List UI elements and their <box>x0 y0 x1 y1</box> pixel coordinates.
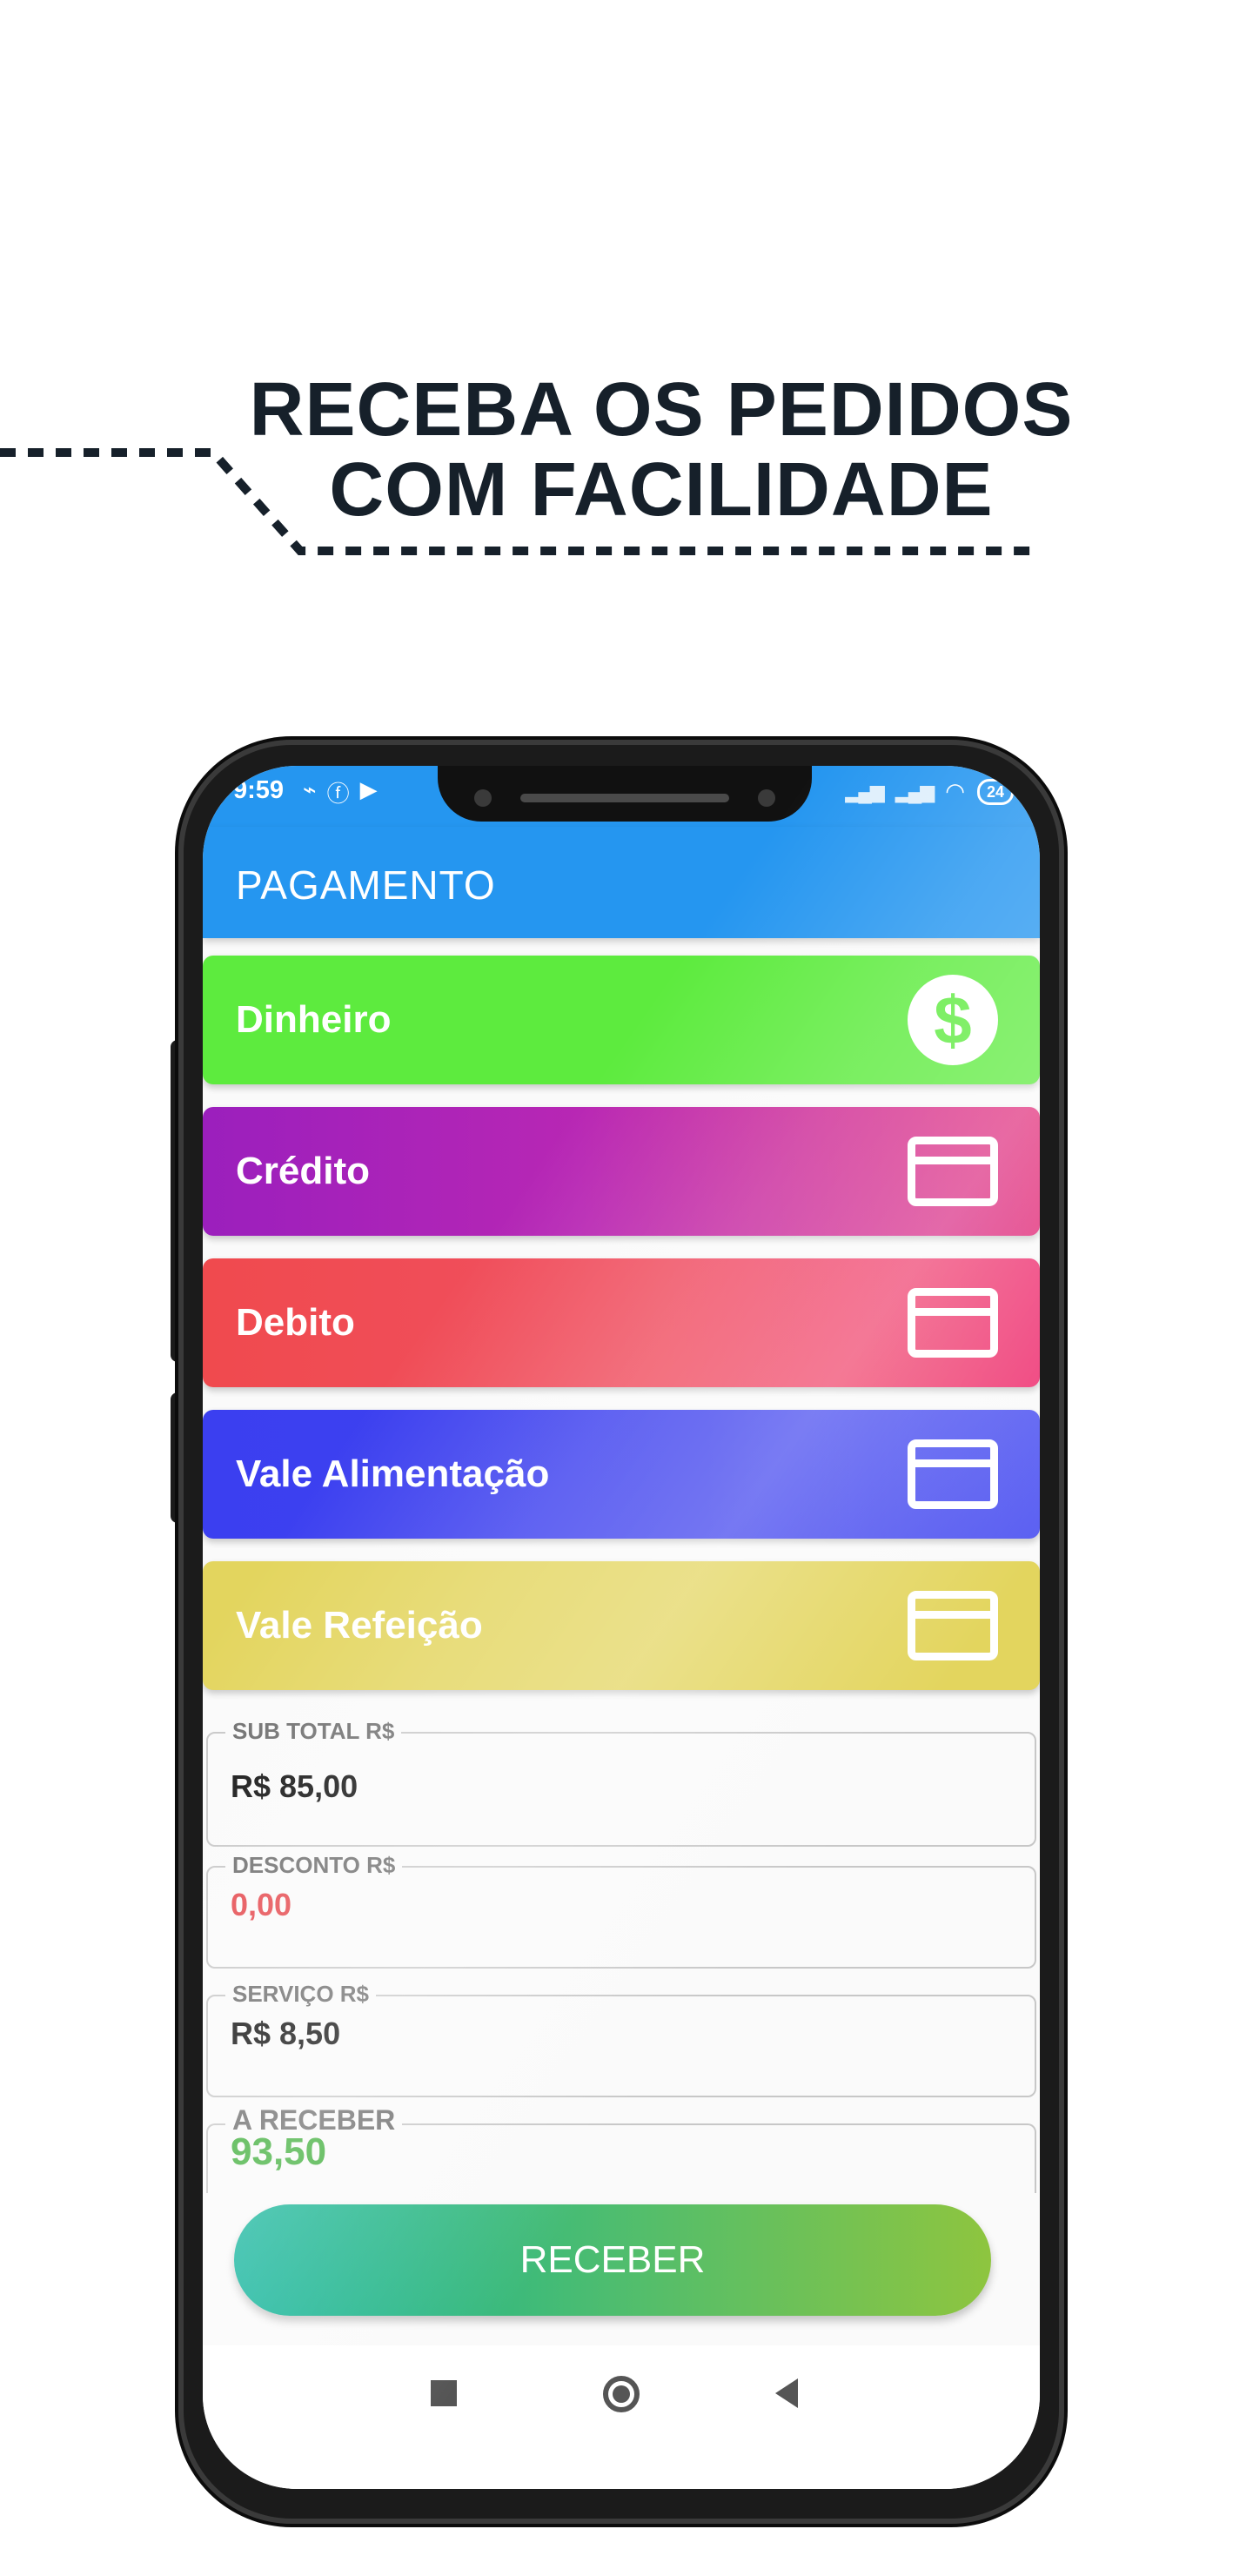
desconto-field[interactable]: DESCONTO R$ 0,00 <box>206 1852 1036 1969</box>
sensor-icon <box>758 789 775 807</box>
a-receber-field: A RECEBER 93,50 <box>206 2104 1036 2193</box>
desconto-label: DESCONTO R$ <box>225 1852 403 1879</box>
facebook-icon: ⓕ <box>326 781 350 807</box>
card-icon <box>908 1288 998 1358</box>
payment-label: Vale Refeição <box>236 1604 483 1647</box>
signal-icon: ▂▄▆ <box>895 780 935 802</box>
dollar-icon: $ <box>908 975 998 1065</box>
status-time: 9:59 <box>233 776 285 804</box>
card-icon <box>908 1439 998 1509</box>
card-icon <box>908 1137 998 1206</box>
android-nav-bar <box>203 2345 1040 2489</box>
servico-value: R$ 8,50 <box>231 2016 341 2051</box>
receber-button[interactable]: RECEBER <box>234 2204 991 2316</box>
payment-label: Dinheiro <box>236 998 392 1041</box>
payment-label: Debito <box>236 1301 355 1344</box>
notification-icon: ⌁ <box>303 776 317 802</box>
payment-label: Crédito <box>236 1150 370 1192</box>
phone-screen: 9:59 ⌁ ⓕ ▶ ▂▄▆ ▂▄▆ ◠ 24 PAGAMENTO Dinhei… <box>203 766 1040 2489</box>
payment-button-dinheiro[interactable]: Dinheiro $ <box>203 956 1040 1084</box>
card-icon <box>908 1591 998 1660</box>
payment-button-credito[interactable]: Crédito <box>203 1107 1040 1236</box>
notification-icons: ⌁ ⓕ ▶ <box>303 776 378 808</box>
wifi-icon: ◠ <box>945 778 965 804</box>
battery-icon: 24 <box>976 778 1014 805</box>
subtotal-field[interactable]: SUB TOTAL R$ R$ 85,00 <box>206 1718 1036 1847</box>
youtube-icon: ▶ <box>359 776 378 802</box>
status-right-icons: ▂▄▆ ▂▄▆ ◠ 24 <box>845 778 1014 805</box>
payment-button-vale-alimentacao[interactable]: Vale Alimentação <box>203 1410 1040 1539</box>
recent-apps-icon[interactable] <box>431 2380 457 2406</box>
dashed-line-decoration <box>0 448 1040 555</box>
payment-label: Vale Alimentação <box>236 1452 550 1495</box>
speaker-grille <box>520 794 729 802</box>
subtotal-value: R$ 85,00 <box>231 1768 358 1804</box>
signal-icon: ▂▄▆ <box>845 780 884 802</box>
payment-button-vale-refeicao[interactable]: Vale Refeição <box>203 1561 1040 1690</box>
subtotal-label: SUB TOTAL R$ <box>225 1718 402 1745</box>
app-bar: PAGAMENTO <box>203 827 1040 938</box>
page-title: PAGAMENTO <box>236 862 496 908</box>
headline-line-1: RECEBA OS PEDIDOS <box>249 367 1074 452</box>
payment-button-debito[interactable]: Debito <box>203 1258 1040 1387</box>
camera-notch <box>438 766 812 822</box>
a-receber-value: 93,50 <box>231 2130 327 2173</box>
desconto-value: 0,00 <box>231 1887 292 1922</box>
camera-icon <box>474 789 492 807</box>
servico-label: SERVIÇO R$ <box>225 1981 377 2008</box>
servico-field[interactable]: SERVIÇO R$ R$ 8,50 <box>206 1981 1036 2097</box>
home-icon[interactable] <box>603 2376 640 2412</box>
back-icon[interactable] <box>775 2378 798 2408</box>
